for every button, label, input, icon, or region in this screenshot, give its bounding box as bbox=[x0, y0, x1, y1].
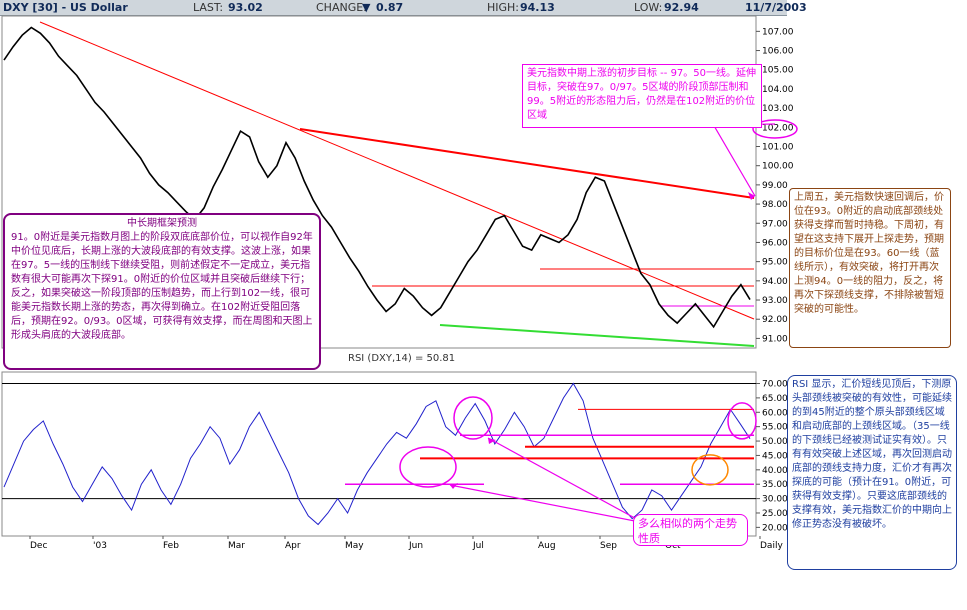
price-tick-label: 107.00 bbox=[762, 27, 794, 37]
rsi-tick-label: 50.00 bbox=[762, 437, 788, 447]
price-tick-label: 95.00 bbox=[762, 258, 788, 268]
price-tick-label: 91.00 bbox=[762, 334, 788, 344]
framework-note-title: 中长期框架预测 bbox=[127, 218, 197, 229]
rsi-tick-label: 55.00 bbox=[762, 423, 788, 433]
x-tick-label: Jun bbox=[408, 541, 423, 551]
rsi-tick-label: 60.00 bbox=[762, 408, 788, 418]
price-tick-label: 101.00 bbox=[762, 142, 794, 152]
price-tick-label: 104.00 bbox=[762, 85, 794, 95]
rsi-panel-frame bbox=[1, 371, 757, 537]
weekly-note: 上周五，美元指数快速回调后，价位在93。0附近的启动底部颈线处获得支撑而暂时持稳… bbox=[789, 188, 951, 348]
x-tick-label: Daily bbox=[760, 541, 783, 551]
x-tick-label: Apr bbox=[285, 541, 301, 551]
price-tick-label: 100.00 bbox=[762, 162, 794, 172]
rsi-tick-label: 65.00 bbox=[762, 394, 788, 404]
x-tick-label: '03 bbox=[93, 541, 107, 551]
price-tick-label: 92.00 bbox=[762, 315, 788, 325]
rsi-tick-label: 40.00 bbox=[762, 466, 788, 476]
price-tick-label: 103.00 bbox=[762, 104, 794, 114]
chart-stage: DXY [30] - US Dollar LAST: 93.02 CHANGE:… bbox=[0, 0, 967, 610]
similar-pattern-note: 多么相似的两个走势性质 bbox=[633, 514, 748, 546]
rsi-tick-label: 20.00 bbox=[762, 523, 788, 533]
rsi-tick-label: 35.00 bbox=[762, 480, 788, 490]
rsi-tick-label: 30.00 bbox=[762, 495, 788, 505]
x-tick-label: Jul bbox=[472, 541, 484, 551]
framework-note: 中长期框架预测 91。0附近是美元指数月图上的阶段双底底部价位，可以视作自92年… bbox=[3, 213, 321, 370]
price-tick-label: 93.00 bbox=[762, 296, 788, 306]
target-note: 美元指数中期上涨的初步目标 -- 97。50一线。延伸目标，突破在97。0/97… bbox=[522, 64, 762, 128]
price-tick-label: 99.00 bbox=[762, 181, 788, 191]
price-tick-label: 105.00 bbox=[762, 66, 794, 76]
x-tick-label: Mar bbox=[228, 541, 245, 551]
rsi-tick-label: 70.00 bbox=[762, 380, 788, 390]
rsi-tick-label: 25.00 bbox=[762, 509, 788, 519]
framework-note-text: 91。0附近是美元指数月图上的阶段双底底部价位，可以视作自92年中价位见底后，长… bbox=[11, 232, 313, 341]
rsi-note: RSI 显示，汇价短线见顶后，下测原头部颈线被突破的有效性，可能延续的到45附近… bbox=[787, 375, 957, 570]
rsi-name-label: RSI (DXY,14) = 50.81 bbox=[348, 353, 455, 364]
price-tick-label: 97.00 bbox=[762, 219, 788, 229]
price-tick-label: 94.00 bbox=[762, 277, 788, 287]
x-tick-label: Aug bbox=[538, 541, 556, 551]
x-tick-label: Dec bbox=[30, 541, 47, 551]
price-tick-label: 102.00 bbox=[762, 123, 794, 133]
price-tick-label: 96.00 bbox=[762, 238, 788, 248]
rsi-tick-label: 45.00 bbox=[762, 451, 788, 461]
x-tick-label: Feb bbox=[163, 541, 179, 551]
x-tick-label: May bbox=[345, 541, 364, 551]
price-tick-label: 98.00 bbox=[762, 200, 788, 210]
x-tick-label: Sep bbox=[600, 541, 617, 551]
price-tick-label: 106.00 bbox=[762, 47, 794, 57]
